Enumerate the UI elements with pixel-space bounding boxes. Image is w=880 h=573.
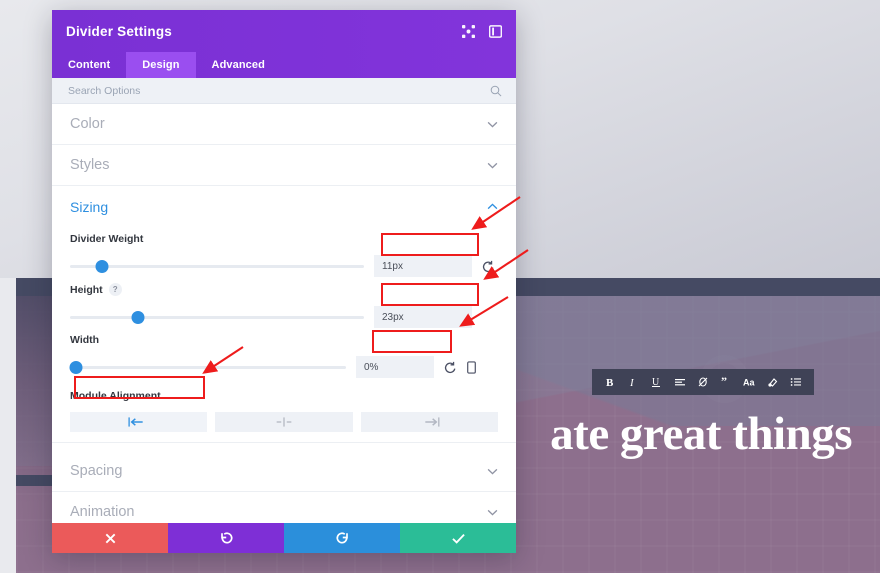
move-icon[interactable] <box>462 24 475 38</box>
slider-track <box>70 316 364 319</box>
field-module-alignment: Module Alignment <box>70 390 498 432</box>
section-spacing[interactable]: Spacing <box>52 451 516 492</box>
redo-button[interactable] <box>284 523 400 553</box>
align-left-icon[interactable] <box>671 373 689 391</box>
field-height: Height ? <box>70 283 498 328</box>
height-slider[interactable] <box>70 310 364 324</box>
section-animation-label: Animation <box>70 504 135 520</box>
align-left-icon <box>128 417 143 427</box>
align-center-button[interactable] <box>215 412 353 432</box>
align-right-button[interactable] <box>360 412 498 432</box>
reset-icon[interactable] <box>444 361 457 374</box>
slider-thumb[interactable] <box>69 361 83 374</box>
layout-panel-icon[interactable] <box>489 24 502 38</box>
section-sizing: Sizing Divider Weight 11px Height ? 23px… <box>52 186 516 451</box>
divider-weight-slider[interactable] <box>70 259 364 273</box>
width-label: Width <box>70 334 100 346</box>
chevron-down-icon <box>487 509 498 516</box>
width-input[interactable] <box>356 356 434 378</box>
section-sizing-label: Sizing <box>70 198 109 215</box>
tab-design[interactable]: Design <box>126 52 196 78</box>
undo-button[interactable] <box>168 523 284 553</box>
slider-thumb[interactable] <box>131 311 145 324</box>
height-label-text: Height <box>70 283 103 296</box>
close-icon <box>105 533 115 543</box>
height-label: Height ? <box>70 283 498 296</box>
section-spacing-label: Spacing <box>70 463 123 479</box>
section-sizing-header[interactable]: Sizing <box>52 186 516 227</box>
font-size-icon[interactable]: Aa <box>741 373 759 391</box>
search-options-row[interactable] <box>52 78 516 104</box>
svg-text:I: I <box>629 377 635 388</box>
check-icon <box>451 533 465 544</box>
section-divider <box>52 442 516 443</box>
svg-text:”: ” <box>721 376 727 388</box>
modal-body: Color Styles Sizing Divider Weight 11px … <box>52 104 516 523</box>
italic-icon[interactable]: I <box>624 373 642 391</box>
mobile-device-icon[interactable] <box>467 360 476 374</box>
rich-text-toolbar[interactable]: B I U ” Aa <box>592 369 814 395</box>
module-alignment-label: Module Alignment <box>70 390 161 402</box>
reset-icon[interactable] <box>482 260 495 273</box>
divider-settings-modal: Divider Settings Content Design Advanced… <box>52 10 516 553</box>
undo-icon <box>220 531 233 543</box>
tab-content[interactable]: Content <box>52 52 126 78</box>
tab-advanced[interactable]: Advanced <box>196 52 281 78</box>
help-icon[interactable]: ? <box>108 283 122 296</box>
section-color-label: Color <box>70 116 105 132</box>
chevron-down-icon <box>487 162 498 169</box>
slider-track <box>70 366 346 369</box>
cancel-button[interactable] <box>52 523 168 553</box>
chevron-down-icon <box>487 121 498 128</box>
screen: ate great things B I U ” Aa Divider Sett… <box>0 0 880 573</box>
section-animation[interactable]: Animation <box>52 492 516 523</box>
bullet-list-icon[interactable] <box>787 373 805 391</box>
chevron-up-icon <box>487 203 498 210</box>
slider-thumb[interactable] <box>95 260 109 273</box>
section-color[interactable]: Color <box>52 104 516 145</box>
bold-icon[interactable]: B <box>601 373 619 391</box>
field-divider-weight: Divider Weight <box>70 233 498 277</box>
divider-weight-label: Divider Weight <box>70 233 144 245</box>
save-button[interactable] <box>400 523 516 553</box>
text-color-icon[interactable] <box>764 373 782 391</box>
divider-weight-input[interactable] <box>374 255 472 277</box>
svg-text:Aa: Aa <box>743 378 755 388</box>
module-alignment-group <box>70 412 498 432</box>
align-right-icon <box>425 417 440 427</box>
section-styles[interactable]: Styles <box>52 145 516 186</box>
blockquote-icon[interactable]: ” <box>717 373 735 391</box>
align-left-button[interactable] <box>70 412 208 432</box>
page-title: Divider Settings <box>66 23 172 39</box>
field-width: Width <box>69 334 498 378</box>
modal-header: Divider Settings <box>52 10 516 52</box>
modal-header-actions <box>462 24 502 38</box>
section-styles-label: Styles <box>70 157 110 173</box>
search-input[interactable] <box>66 83 490 98</box>
redo-icon <box>335 531 348 543</box>
align-center-icon <box>276 417 292 427</box>
search-icon <box>490 85 502 97</box>
modal-tabs: Content Design Advanced <box>52 52 516 78</box>
unlink-icon[interactable] <box>694 373 712 391</box>
height-input[interactable] <box>374 306 472 328</box>
slider-track <box>70 265 364 268</box>
chevron-down-icon <box>487 468 498 475</box>
modal-footer <box>52 523 516 553</box>
svg-text:B: B <box>606 377 614 388</box>
underline-icon[interactable]: U <box>647 373 665 391</box>
width-slider[interactable] <box>69 360 346 374</box>
